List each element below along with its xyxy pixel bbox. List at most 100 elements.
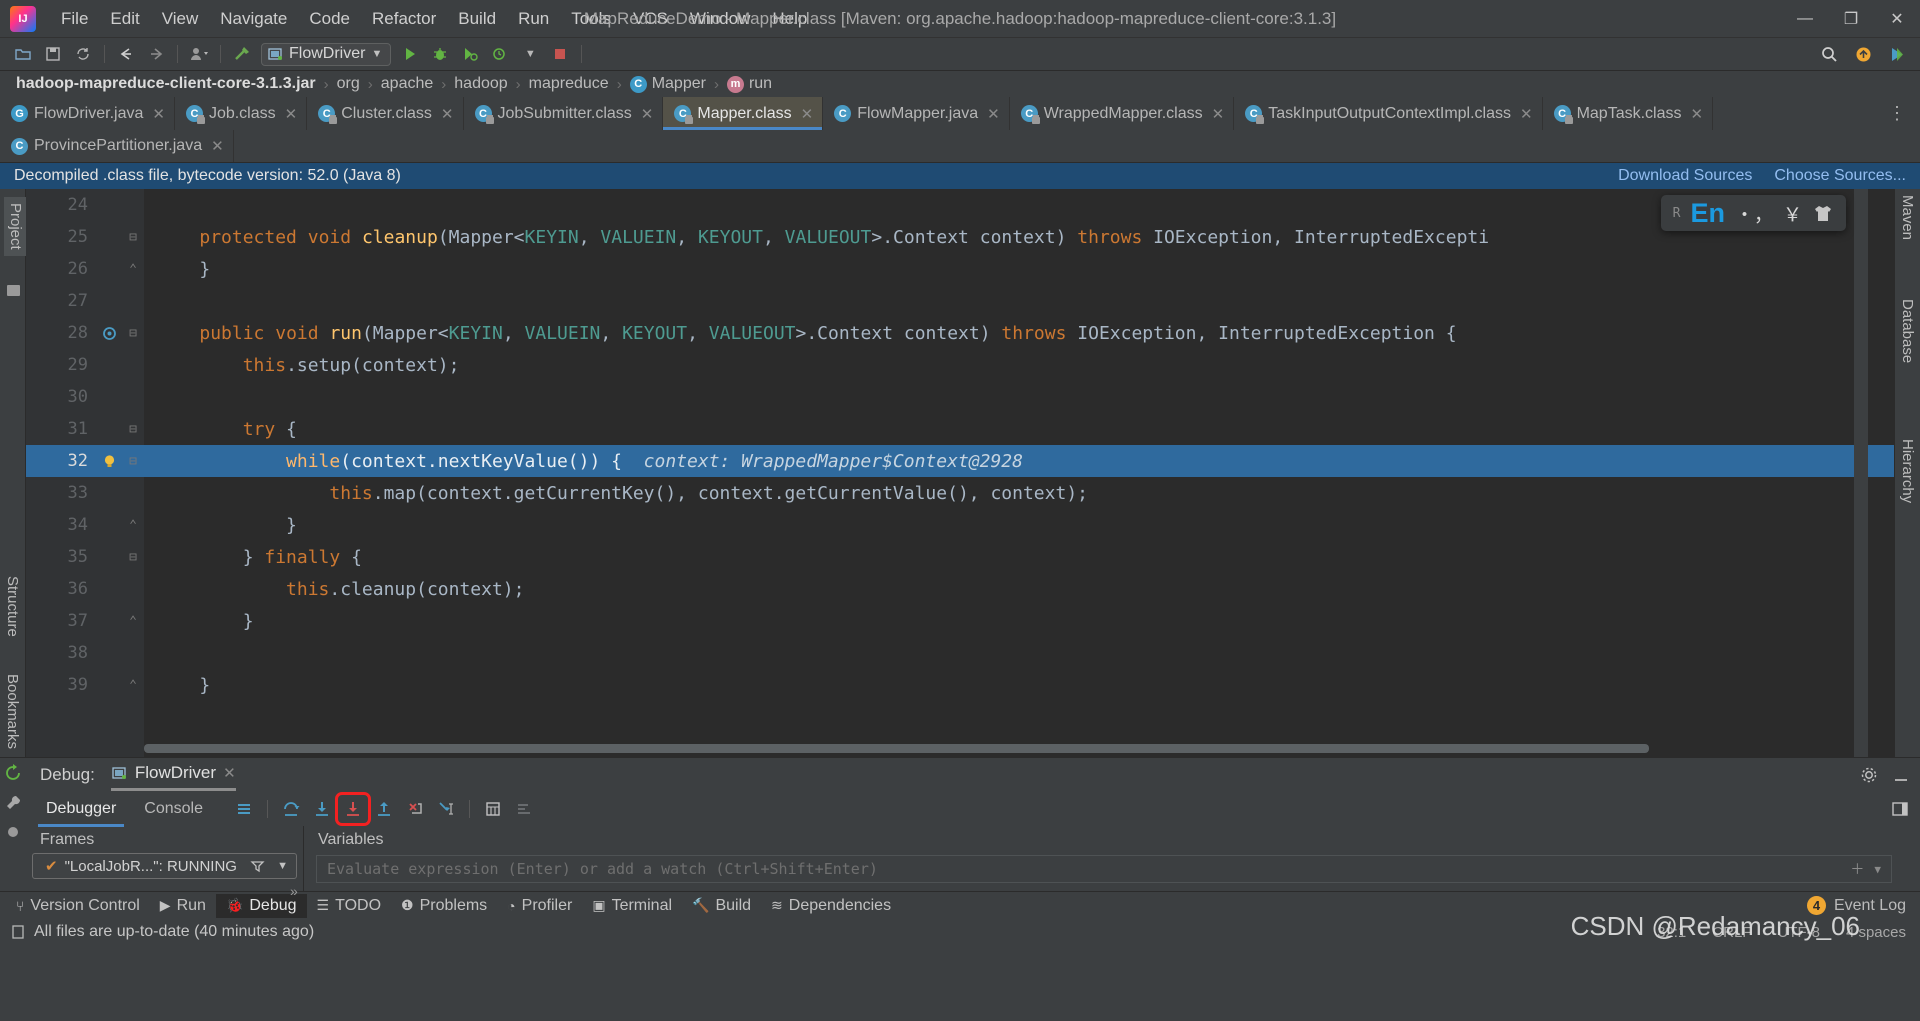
breadcrumb-item-2[interactable]: apache [377,74,438,94]
fold-plus-icon[interactable]: ⌃ [122,678,144,693]
tool-window-button-todo[interactable]: ☰ TODO [307,894,392,918]
breadcrumb-item-4[interactable]: mapreduce [525,74,613,94]
breadcrumb-item-6[interactable]: m run [723,74,776,94]
line-number[interactable]: 37 [26,611,96,631]
breadcrumb-item-1[interactable]: org [333,74,364,94]
gear-icon[interactable] [1860,766,1878,784]
frame-item[interactable]: ✔ "LocalJobR...": RUNNING ▼ [32,853,297,879]
method-marker-icon[interactable] [96,326,122,341]
menu-item-help[interactable]: Help [761,6,818,32]
profiler-attach-icon[interactable] [487,42,513,66]
indent-setting[interactable]: 4 spaces [1846,924,1906,941]
close-icon[interactable]: ✕ [211,137,224,155]
code-line-26[interactable]: 26 ⌃ } [26,253,1894,285]
close-icon[interactable]: ✕ [441,105,454,123]
sidebar-item-project[interactable]: Project [4,197,27,256]
code-line-28[interactable]: 28 ⊟ public void run(Mapper<KEYIN, VALUEI… [26,317,1894,349]
tool-window-button-dependencies[interactable]: ≋ Dependencies [761,894,901,918]
profile-icon[interactable] [186,42,212,66]
editor-tab-provincepartitioner-java[interactable]: C ProvincePartitioner.java ✕ [0,130,234,162]
event-log-label[interactable]: Event Log [1834,897,1906,915]
forward-arrow-icon[interactable] [143,42,169,66]
sidebar-item-hierarchy[interactable]: Hierarchy [1899,439,1916,503]
ime-indicator[interactable]: R En ・， ￥ [1660,195,1846,231]
open-folder-icon[interactable] [10,42,36,66]
add-watch-icon[interactable]: ＋ [1850,859,1864,879]
chevron-down-icon[interactable]: ▼ [277,860,288,872]
code-line-27[interactable]: 27 [26,285,1894,317]
step-into-icon[interactable] [308,796,336,822]
ime-shirt-icon[interactable] [1812,203,1834,223]
fold-minus-icon[interactable]: ⊟ [122,326,144,341]
code-line-39[interactable]: 39 ⌃ } [26,669,1894,701]
maximize-button[interactable]: ❐ [1828,0,1874,38]
editor-tab-taskinputoutputcontextimpl-class[interactable]: C TaskInputOutputContextImpl.class ✕ [1234,97,1543,130]
close-icon[interactable]: ✕ [801,105,814,123]
mute-breakpoints-toggle-icon[interactable] [510,796,538,822]
tool-window-button-run[interactable]: ▶ Run [150,894,216,918]
settings-wrench-icon[interactable] [4,794,22,812]
line-number[interactable]: 25 [26,227,96,247]
ime-currency-icon[interactable]: ￥ [1783,200,1802,227]
close-icon[interactable]: ✕ [1520,105,1533,123]
line-number[interactable]: 28 [26,323,96,343]
choose-sources-link[interactable]: Choose Sources... [1774,167,1906,185]
tool-window-button-build[interactable]: 🔨 Build [682,894,761,918]
force-step-into-icon[interactable] [334,792,371,826]
tool-window-button-version-control[interactable]: ⑂ Version Control [6,894,150,918]
close-icon[interactable]: ✕ [1691,105,1704,123]
menu-item-vcs[interactable]: VCS [622,6,679,32]
close-icon[interactable]: ✕ [223,764,236,782]
code-line-24[interactable]: 24 [26,189,1894,221]
code-line-30[interactable]: 30 [26,381,1894,413]
close-icon[interactable]: ✕ [285,105,298,123]
menu-item-view[interactable]: View [151,6,210,32]
sidebar-item-structure[interactable]: Structure [4,576,21,637]
editor-tab-mapper-class[interactable]: C Mapper.class ✕ [663,97,824,130]
rerun-icon[interactable] [4,764,22,782]
menu-item-edit[interactable]: Edit [99,6,150,32]
expand-frames-icon[interactable]: » [290,883,298,899]
run-configuration-selector[interactable]: FlowDriver ▼ [261,42,392,66]
line-number[interactable]: 30 [26,387,96,407]
code-line-29[interactable]: 29 this.setup(context); [26,349,1894,381]
ide-settings-icon[interactable] [1884,42,1910,66]
line-number[interactable]: 38 [26,643,96,663]
close-icon[interactable]: ✕ [1212,105,1225,123]
build-hammer-icon[interactable] [229,42,255,66]
intention-bulb-icon[interactable] [96,453,122,470]
back-arrow-icon[interactable] [113,42,139,66]
search-icon[interactable] [1816,42,1842,66]
line-number[interactable]: 36 [26,579,96,599]
menu-item-run[interactable]: Run [507,6,560,32]
tab-overflow-menu-icon[interactable]: ⋮ [1874,97,1920,130]
chevron-down-icon[interactable]: ▼ [517,42,543,66]
tool-window-button-profiler[interactable]: ◔ Profiler [497,894,582,918]
close-icon[interactable]: ✕ [641,105,654,123]
error-stripe-gutter[interactable] [1854,189,1868,757]
menu-item-code[interactable]: Code [298,6,361,32]
layout-settings-icon[interactable] [1890,800,1910,818]
close-icon[interactable]: ✕ [987,105,1000,123]
sidebar-item-database[interactable]: Database [1899,299,1916,363]
menu-item-refactor[interactable]: Refactor [361,6,447,32]
sidebar-item-bookmarks[interactable]: Bookmarks [4,674,21,749]
close-icon[interactable]: ✕ [152,105,165,123]
code-line-33[interactable]: 33 this.map(context.getCurrentKey(), con… [26,477,1894,509]
caret-position[interactable]: 32:1 [1657,924,1686,941]
evaluate-expression-input[interactable]: Evaluate expression (Enter) or add a wat… [316,855,1892,883]
debug-button[interactable] [427,42,453,66]
editor-tab-flowdriver-java[interactable]: G FlowDriver.java ✕ [0,97,175,130]
step-out-icon[interactable] [370,796,398,822]
horizontal-scrollbar[interactable] [144,744,1854,753]
code-line-25[interactable]: 25 ⊟ protected void cleanup(Mapper<KEYIN,… [26,221,1894,253]
tool-window-button-terminal[interactable]: ▣ Terminal [582,894,682,918]
debug-session-tab[interactable]: FlowDriver ✕ [110,763,236,791]
line-number[interactable]: 31 [26,419,96,439]
debugger-tab-console[interactable]: Console [130,796,217,822]
fold-minus-icon[interactable]: ⊟ [122,422,144,437]
code-line-38[interactable]: 38 [26,637,1894,669]
menu-item-window[interactable]: Window [679,6,761,32]
menu-item-navigate[interactable]: Navigate [209,6,298,32]
editor-tab-maptask-class[interactable]: C MapTask.class ✕ [1543,97,1714,130]
